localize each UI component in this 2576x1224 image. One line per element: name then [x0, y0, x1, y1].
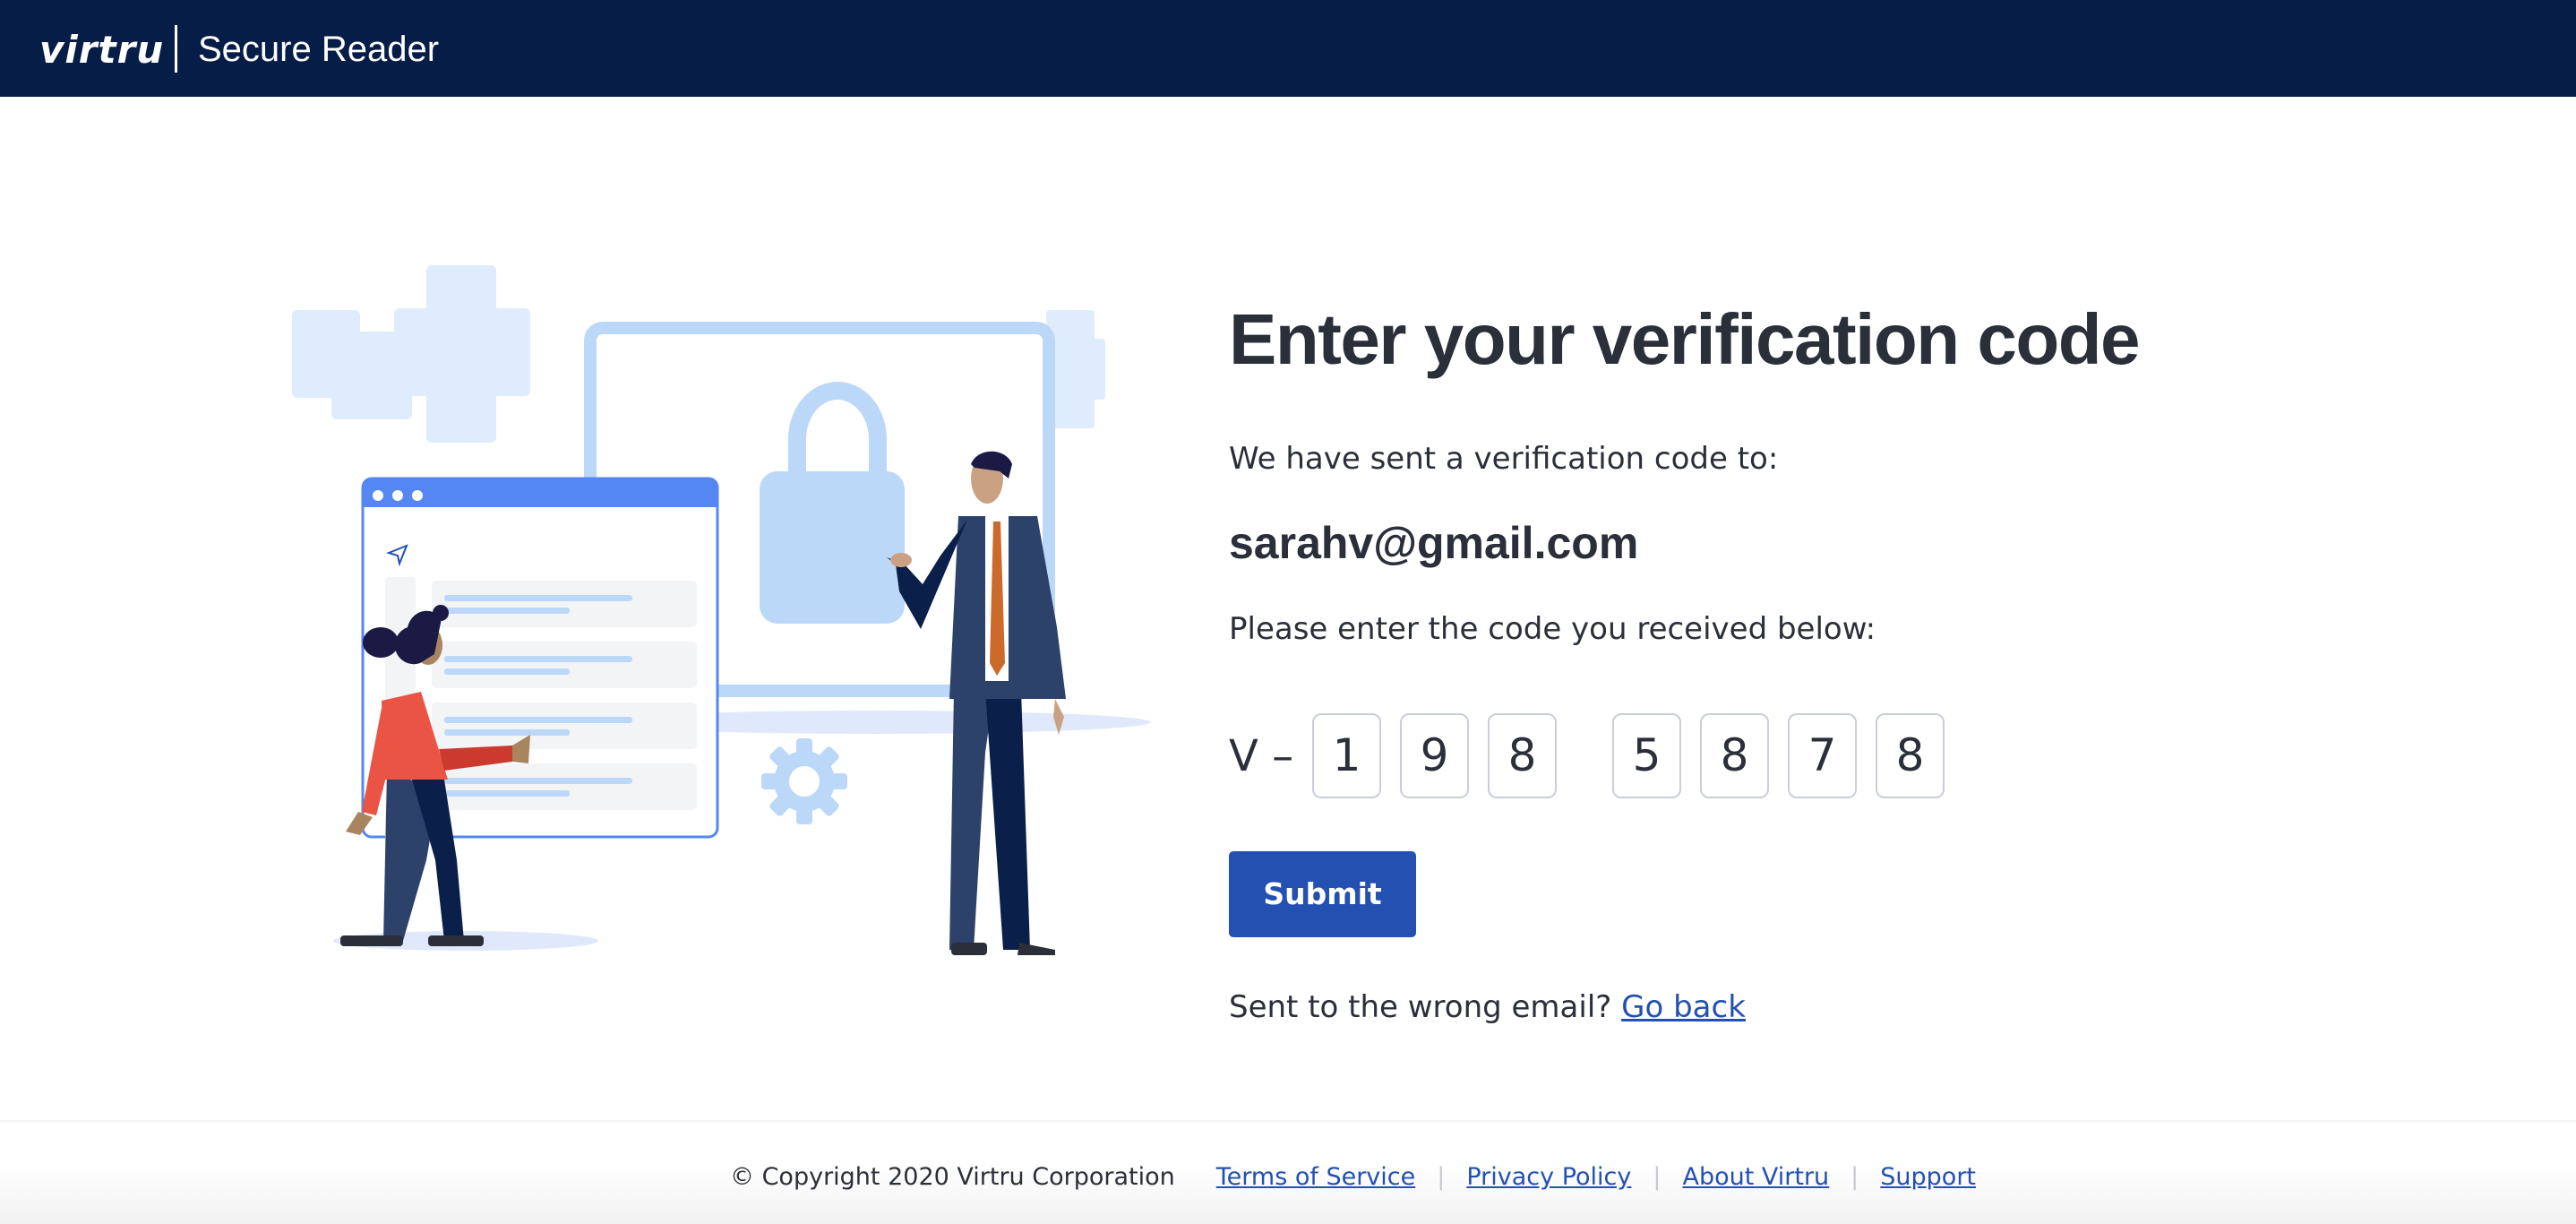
verification-code-input-group: V – 1 9 8 5 8 7 8 [1229, 713, 2035, 799]
code-prefix: V – [1229, 731, 1294, 781]
brand-divider [175, 25, 177, 73]
code-digit-input[interactable]: 5 [1612, 713, 1681, 798]
support-link[interactable]: Support [1880, 1161, 1976, 1194]
top-bar: virtru Secure Reader [0, 0, 2576, 97]
virtru-logo[interactable]: virtru [39, 31, 164, 69]
about-virtru-link[interactable]: About Virtru [1682, 1161, 1829, 1194]
terms-of-service-link[interactable]: Terms of Service [1216, 1161, 1416, 1194]
footer-separator: | [1437, 1163, 1446, 1191]
go-back-link[interactable]: Go back [1621, 989, 1746, 1025]
footer-separator: | [1653, 1163, 1662, 1191]
enter-code-instruction: Please enter the code you received below… [1229, 611, 1876, 647]
footer-separator: | [1850, 1163, 1859, 1191]
submit-button[interactable]: Submit [1229, 851, 1416, 937]
code-digit-input[interactable]: 8 [1876, 713, 1945, 798]
code-digit-input[interactable]: 7 [1788, 713, 1857, 798]
wrong-email-prompt: Sent to the wrong email? Go back [1229, 987, 1746, 1027]
gear-icon [761, 738, 847, 824]
footer-content: © Copyright 2020 Virtru Corporation Term… [730, 1161, 1976, 1194]
copyright-text: © Copyright 2020 Virtru Corporation [730, 1163, 1175, 1191]
privacy-policy-link[interactable]: Privacy Policy [1466, 1161, 1631, 1194]
app-title: Secure Reader [198, 30, 440, 69]
code-digit-input[interactable]: 8 [1488, 713, 1557, 798]
footer: © Copyright 2020 Virtru Corporation Term… [0, 1120, 2576, 1224]
security-illustration [292, 265, 1151, 955]
code-digit-input[interactable]: 8 [1700, 713, 1769, 798]
recipient-email: sarahv@gmail.com [1229, 518, 1639, 568]
code-digit-input[interactable]: 9 [1400, 713, 1469, 798]
sent-to-label: We have sent a verification code to: [1229, 441, 1779, 477]
page-title: Enter your verification code [1229, 299, 2141, 379]
code-digit-input[interactable]: 1 [1312, 713, 1381, 798]
wrong-email-text: Sent to the wrong email? [1229, 989, 1612, 1025]
